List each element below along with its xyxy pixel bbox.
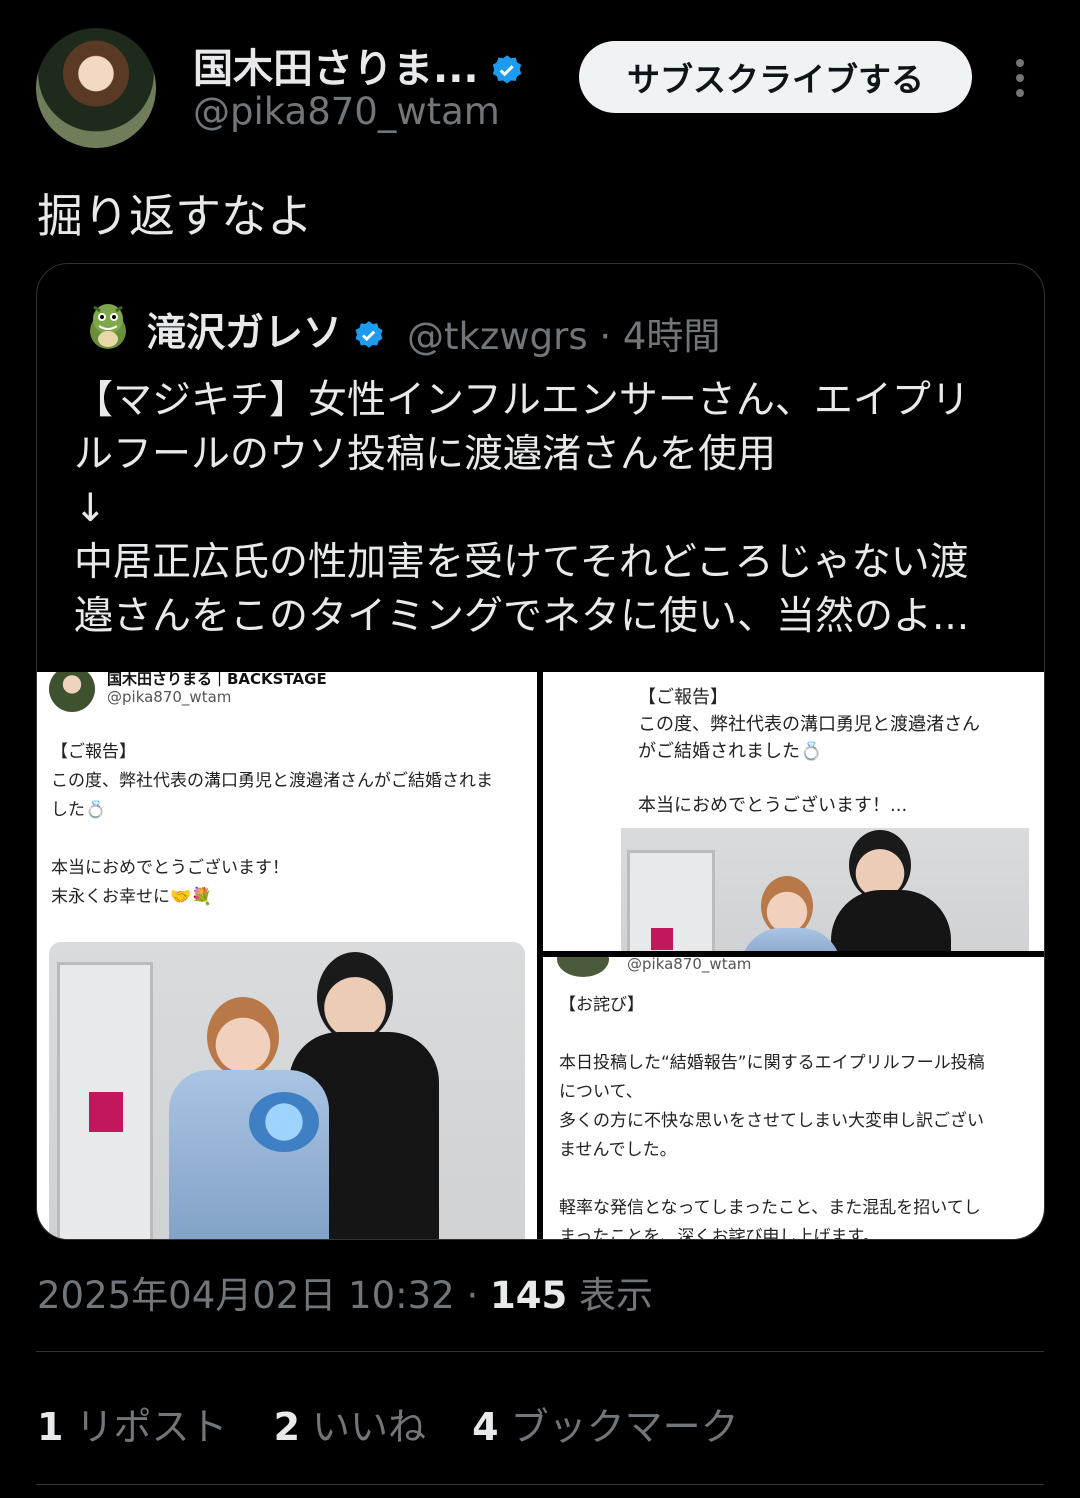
divider	[36, 1351, 1044, 1352]
media-image-2[interactable]: 【ご報告】 この度、弊社代表の溝口勇児と渡邉渚さん がご結婚されました💍 本当に…	[543, 672, 1044, 951]
more-options-icon[interactable]	[1004, 54, 1036, 100]
views-count: 145	[490, 1274, 568, 1317]
panel3-handle: @pika870_wtam	[627, 957, 752, 973]
reposts-label: リポスト	[75, 1405, 228, 1449]
panel3-line	[559, 1020, 1039, 1049]
media-image-3[interactable]: @pika870_wtam 【お詫び】 本日投稿した“結婚報告”に関するエイプリ…	[543, 957, 1044, 1239]
quote-line: 中居正広氏の性加害を受けてそれどころじゃない渡	[74, 540, 969, 585]
panel3-line: 軽率な発信となってしまったこと、また混乱を招いてし	[559, 1198, 981, 1218]
panel3-line: 多くの方に不快な思いをさせてしまい大変申し訳ござい	[559, 1111, 984, 1131]
subscribe-button[interactable]: サブスクライブする	[579, 41, 972, 113]
likes-stat[interactable]: 2 いいね	[274, 1396, 426, 1451]
panel1-text: 【ご報告】 この度、弊社代表の溝口勇児と渡邉渚さんがご結婚されま した💍 本当に…	[51, 738, 531, 912]
quote-author-avatar[interactable]	[82, 297, 134, 353]
panel3-line: 【お詫び】	[559, 995, 644, 1015]
bookmarks-count: 4	[472, 1405, 499, 1449]
author-name-row[interactable]: 国木田さりま...	[193, 36, 525, 94]
panel1-line: した💍	[51, 800, 107, 820]
reposts-stat[interactable]: 1 リポスト	[37, 1396, 227, 1451]
panel3-line: ませんでした。	[559, 1140, 677, 1160]
panel3-line: まったことを、深くお詫び申し上げます。	[559, 1227, 880, 1239]
reposts-count: 1	[37, 1405, 64, 1449]
panel1-handle: @pika870_wtam	[107, 688, 232, 706]
quote-line: 【マジキチ】女性インフルエンサーさん、エイプリ	[74, 378, 970, 423]
divider	[36, 1484, 1044, 1485]
engagement-stats: 1 リポスト 2 いいね 4 ブックマーク	[37, 1396, 773, 1451]
couple-photo-2	[621, 828, 1029, 951]
quote-author-handle[interactable]: @tkzwgrs	[407, 315, 588, 358]
panel2-line: 本当におめでとうございます！...	[638, 795, 908, 816]
bookmarks-stat[interactable]: 4 ブックマーク	[472, 1396, 738, 1451]
author-avatar[interactable]	[36, 28, 156, 148]
panel1-line: 【ご報告】	[51, 742, 136, 762]
panel3-line	[559, 1165, 1039, 1194]
quote-line: ルフールのウソ投稿に渡邉渚さんを使用	[74, 432, 777, 477]
quote-media-grid[interactable]: 国木田さりまる｜BACKSTAGE @pika870_wtam 【ご報告】 この…	[37, 672, 1044, 1239]
panel3-text: 【お詫び】 本日投稿した“結婚報告”に関するエイプリルフール投稿 について、 多…	[559, 991, 1039, 1239]
panel1-name: 国木田さりまる｜BACKSTAGE	[107, 672, 327, 688]
panel1-avatar	[49, 672, 95, 712]
panel2-line: がご結婚されました💍	[638, 741, 823, 762]
author-name[interactable]: 国木田さりま...	[193, 46, 479, 92]
verified-badge-icon	[355, 320, 383, 348]
panel2-text: 【ご報告】 この度、弊社代表の溝口勇児と渡邉渚さん がご結婚されました💍 本当に…	[638, 684, 1038, 819]
panel1-line: この度、弊社代表の溝口勇児と渡邉渚さんがご結婚されま	[51, 771, 493, 791]
panel3-avatar	[557, 957, 609, 977]
panel1-line	[51, 825, 531, 854]
media-image-1[interactable]: 国木田さりまる｜BACKSTAGE @pika870_wtam 【ご報告】 この…	[37, 672, 537, 1239]
author-handle[interactable]: @pika870_wtam	[193, 90, 500, 133]
likes-label: いいね	[312, 1405, 427, 1449]
panel1-line: 末永くお幸せに🤝💐	[51, 887, 213, 907]
panel2-line: この度、弊社代表の溝口勇児と渡邉渚さん	[638, 714, 980, 735]
panel3-line: について、	[559, 1082, 643, 1102]
quote-author-name[interactable]: 滝沢ガレソ	[147, 311, 342, 356]
quote-line: ↓	[74, 486, 107, 531]
quote-text: 【マジキチ】女性インフルエンサーさん、エイプリ ルフールのウソ投稿に渡邉渚さんを…	[74, 374, 1014, 644]
bookmarks-label: ブックマーク	[510, 1405, 739, 1449]
quote-meta: @tkzwgrs · 4時間	[407, 315, 721, 358]
couple-photo	[49, 942, 525, 1239]
panel2-line: 【ご報告】	[638, 687, 728, 708]
quote-line: 邉さんをこのタイミングでネタに使い、当然のよ...	[74, 594, 970, 639]
quote-author-row[interactable]: 滝沢ガレソ	[147, 302, 386, 358]
quote-time[interactable]: 4時間	[623, 315, 721, 358]
panel2-line	[638, 765, 1038, 792]
timestamp[interactable]: 2025年04月02日 10:32	[37, 1274, 455, 1317]
views-label: 表示	[579, 1274, 654, 1317]
panel3-line: 本日投稿した“結婚報告”に関するエイプリルフール投稿	[559, 1053, 985, 1073]
likes-count: 2	[273, 1405, 301, 1449]
quoted-tweet[interactable]: 滝沢ガレソ @tkzwgrs · 4時間 【マジキチ】女性インフルエンサーさん、…	[36, 263, 1045, 1240]
verified-badge-icon	[492, 55, 521, 84]
tweet-text: 掘り返すなよ	[37, 189, 313, 243]
tweet-metadata: 2025年04月02日 10:32 · 145 表示	[37, 1274, 654, 1317]
panel1-line: 本当におめでとうございます！	[51, 858, 289, 878]
